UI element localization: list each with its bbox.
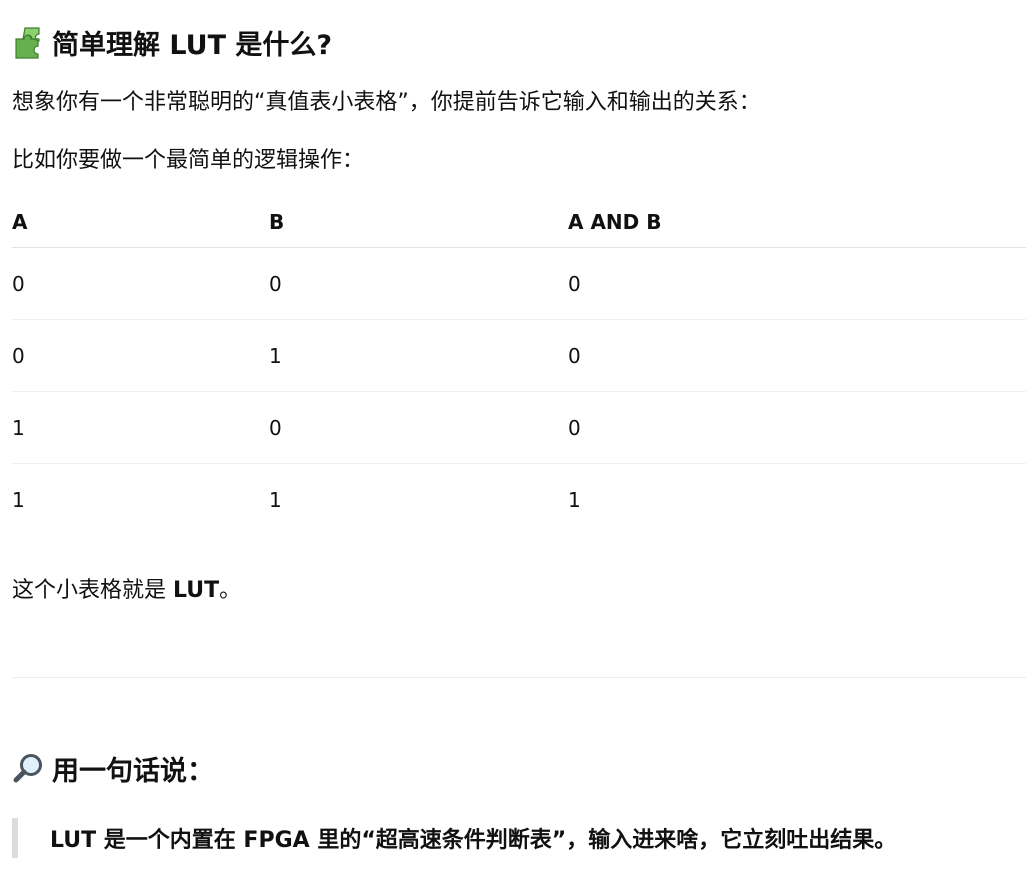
table-row: 0 0 0 <box>12 247 1026 320</box>
puzzle-piece-icon <box>15 27 40 59</box>
section-heading-lut: 简单理解 LUT 是什么? <box>12 22 332 62</box>
table-row: 1 1 1 <box>12 464 1026 536</box>
conclusion-text: 这个小表格就是 <box>12 578 173 603</box>
truth-table: A B A AND B 0 0 0 0 1 0 1 0 0 1 1 1 <box>12 197 1026 535</box>
table-cell: 0 <box>12 247 269 320</box>
intro-paragraph: 想象你有一个非常聪明的“真值表小表格”，你提前告诉它输入和输出的关系： <box>12 90 761 115</box>
table-row: 0 1 0 <box>12 319 1026 392</box>
conclusion-suffix: 。 <box>219 578 242 603</box>
table-cell: 0 <box>269 391 568 464</box>
section-title: 简单理解 LUT 是什么? <box>52 29 333 61</box>
quote-text: LUT 是一个内置在 FPGA 里的“超高速条件判断表”，输入进来啥，它立刻吐出… <box>50 828 897 853</box>
table-cell: 1 <box>12 487 25 512</box>
section-title: 用一句话说： <box>52 755 214 787</box>
conclusion-bold-lut: LUT <box>173 578 220 603</box>
table-cell: 0 <box>568 319 1026 392</box>
column-header-a: A <box>12 197 269 248</box>
section-heading-summary: 用一句话说： <box>12 748 214 788</box>
table-header-row: A B A AND B <box>12 197 1026 248</box>
column-header-b: B <box>269 197 568 248</box>
table-cell: 0 <box>269 247 568 320</box>
column-header-a-and-b: A AND B <box>568 197 1026 248</box>
blockquote: LUT 是一个内置在 FPGA 里的“超高速条件判断表”，输入进来啥，它立刻吐出… <box>12 818 896 858</box>
table-cell: 1 <box>12 391 269 464</box>
magnifying-glass-icon <box>13 754 42 783</box>
table-cell: 1 <box>568 487 581 512</box>
table-cell: 0 <box>568 391 1026 464</box>
table-cell: 1 <box>269 319 568 392</box>
table-cell: 0 <box>568 247 1026 320</box>
horizontal-divider <box>12 677 1026 678</box>
table-cell: 0 <box>12 319 269 392</box>
table-cell: 1 <box>269 487 282 512</box>
example-paragraph: 比如你要做一个最简单的逻辑操作： <box>12 148 365 173</box>
conclusion-paragraph: 这个小表格就是 LUT。 <box>12 575 241 607</box>
table-row: 1 0 0 <box>12 391 1026 464</box>
